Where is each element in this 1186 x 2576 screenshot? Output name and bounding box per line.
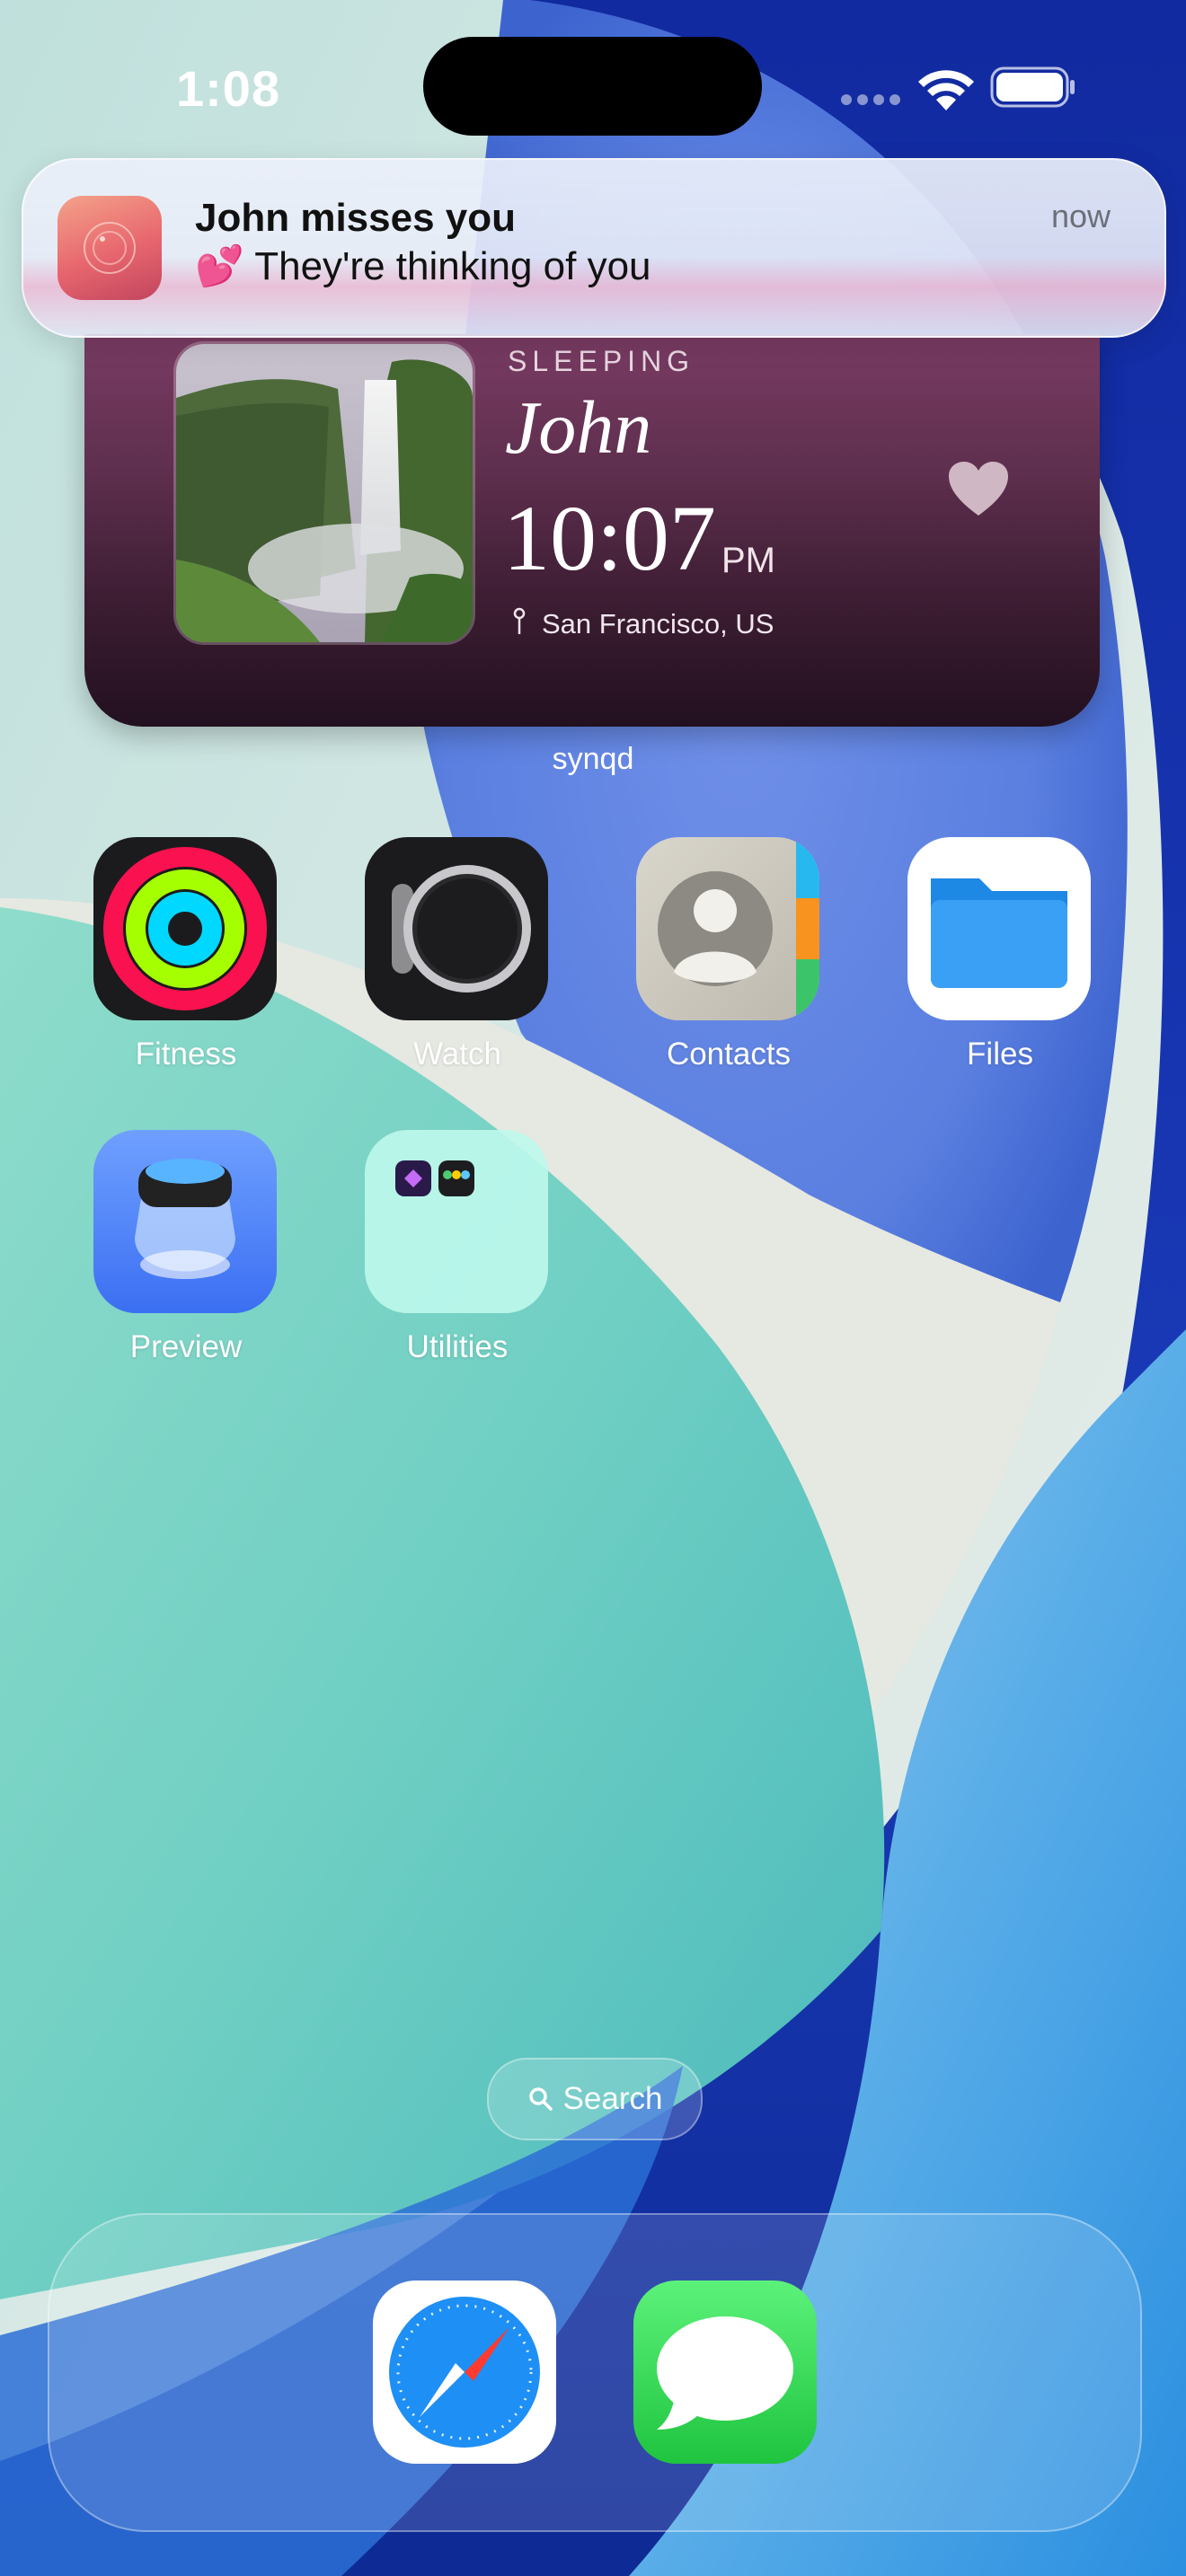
contacts-icon bbox=[636, 837, 819, 1020]
location-pin-icon bbox=[513, 607, 526, 634]
wifi-icon bbox=[918, 70, 974, 110]
search-icon bbox=[528, 2087, 553, 2111]
fitness-icon bbox=[93, 837, 277, 1020]
messages-app-icon[interactable] bbox=[633, 2280, 817, 2464]
dock bbox=[48, 2213, 1142, 2532]
widget-time: 10:07 bbox=[503, 487, 716, 590]
app-folder-utilities[interactable]: Utilities bbox=[365, 1130, 550, 1372]
notification-time: now bbox=[1051, 198, 1111, 234]
battery-icon bbox=[990, 66, 1075, 108]
app-preview[interactable]: Preview bbox=[93, 1130, 279, 1372]
widget-ampm: PM bbox=[721, 541, 775, 580]
utilities-folder-icon bbox=[365, 1130, 548, 1313]
app-contacts[interactable]: Contacts bbox=[636, 837, 821, 1080]
app-label: Contacts bbox=[666, 1037, 792, 1072]
widget-photo bbox=[173, 341, 475, 645]
notification-body: 💕 They're thinking of you bbox=[195, 244, 651, 288]
widget-status: SLEEPING bbox=[508, 345, 695, 377]
app-label: Fitness bbox=[135, 1037, 237, 1072]
home-search-button[interactable]: Search bbox=[487, 2058, 703, 2140]
cellular-signal-icon bbox=[841, 94, 900, 105]
app-watch[interactable]: Watch bbox=[365, 837, 550, 1080]
app-label: Utilities bbox=[406, 1329, 509, 1364]
watch-icon bbox=[365, 837, 548, 1020]
synqd-app-icon bbox=[58, 196, 162, 300]
preview-icon bbox=[93, 1130, 277, 1313]
app-files[interactable]: Files bbox=[907, 837, 1093, 1080]
status-time: 1:08 bbox=[176, 60, 281, 117]
notification-title: John misses you bbox=[195, 196, 517, 240]
dynamic-island bbox=[423, 37, 762, 136]
widget-location: San Francisco, US bbox=[542, 608, 774, 640]
app-label: Watch bbox=[413, 1037, 501, 1072]
files-icon bbox=[907, 837, 1091, 1020]
app-fitness[interactable]: Fitness bbox=[93, 837, 279, 1080]
widget-caption: synqd bbox=[552, 742, 634, 776]
search-label: Search bbox=[562, 2081, 663, 2116]
safari-app-icon[interactable] bbox=[373, 2280, 556, 2464]
widget-contact-name: John bbox=[505, 386, 652, 470]
heart-icon[interactable] bbox=[947, 460, 1010, 517]
app-label: Preview bbox=[129, 1329, 243, 1364]
app-label: Files bbox=[967, 1037, 1033, 1072]
